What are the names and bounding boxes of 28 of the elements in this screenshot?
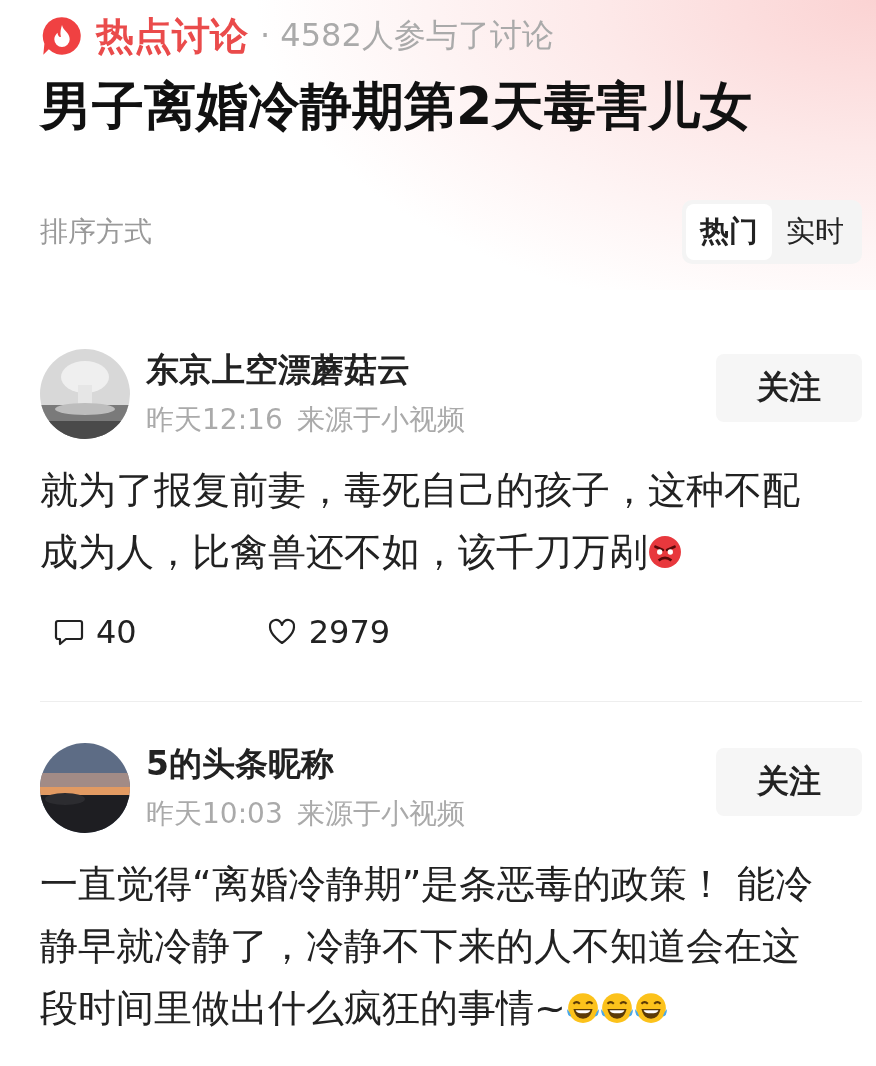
comment-icon[interactable] <box>54 617 84 647</box>
follow-button[interactable]: 关注 <box>716 353 862 422</box>
post-time: 昨天10:03 <box>146 796 283 832</box>
sort-label: 排序方式 <box>40 214 152 250</box>
laughing-tears-icon <box>599 991 634 1025</box>
post-source: 来源于小视频 <box>296 402 465 438</box>
comment-text: 成为人，比禽兽还不如，该千刀万剐 <box>40 529 648 576</box>
post-time: 昨天12:16 <box>146 402 283 438</box>
like-count: 2979 <box>308 613 391 651</box>
sort-tab[interactable]: 热门 <box>686 204 772 260</box>
heart-icon[interactable] <box>266 617 297 647</box>
comment-text: 就为了报复前妻，毒死自己的孩子，这种不配 <box>40 467 800 514</box>
flame-logo-icon <box>40 14 84 58</box>
comment-text: 段时间里做出什么疯狂的事情~ <box>40 985 566 1032</box>
angry-face-icon <box>648 535 682 569</box>
laughing-tears-icon <box>633 991 668 1025</box>
author-name[interactable]: 5的头条昵称 <box>146 742 700 787</box>
follow-button[interactable]: 关注 <box>716 747 862 816</box>
sort-tab[interactable]: 实时 <box>772 204 858 260</box>
comment-text: 一直觉得“离婚冷静期”是条恶毒的政策！ 能冷 <box>40 861 814 908</box>
brand-title: 热点讨论 <box>96 12 248 60</box>
comment-text: 静早就冷静了，冷静不下来的人不知道会在这 <box>40 923 800 970</box>
author-name[interactable]: 东京上空漂蘑菇云 <box>146 348 700 393</box>
post-source: 来源于小视频 <box>296 796 465 832</box>
participant-count: · 4582人参与了讨论 <box>260 15 554 56</box>
topic-title: 男子离婚冷静期第2天毒害儿女 <box>40 75 754 138</box>
laughing-tears-icon <box>565 991 600 1025</box>
reply-count: 40 <box>96 613 137 651</box>
